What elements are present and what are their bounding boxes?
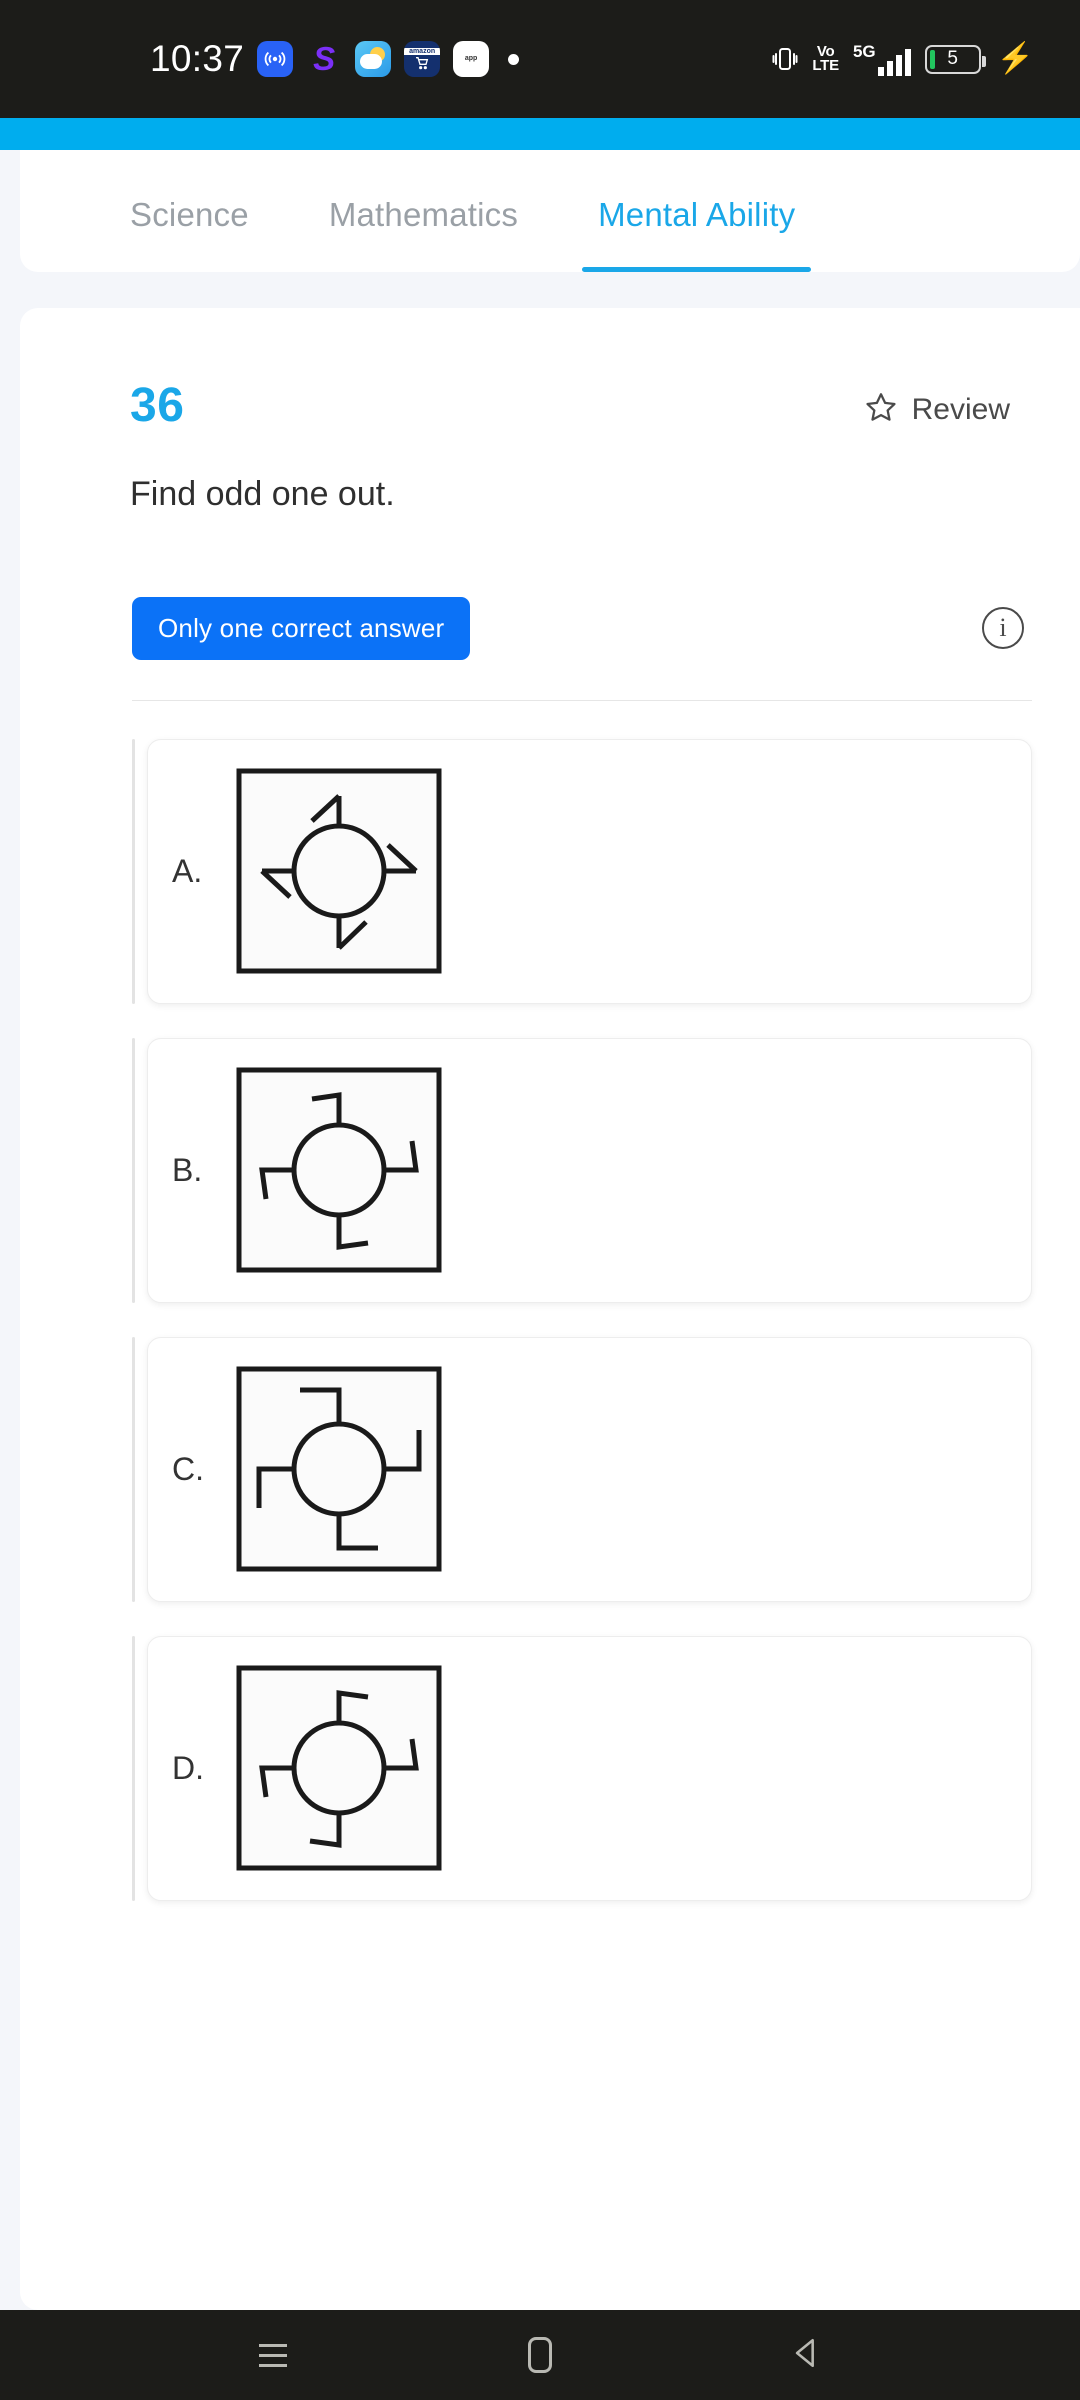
status-badge: Only one correct answer — [132, 596, 471, 660]
tab-mathematics[interactable]: Mathematics — [329, 196, 518, 272]
weather-icon — [355, 41, 392, 77]
recents-button[interactable] — [228, 2320, 318, 2390]
info-circle-icon[interactable]: i — [982, 607, 1024, 650]
status-bar-left: 10:37 S amazon app — [0, 38, 520, 80]
signal-bars-icon — [877, 49, 911, 76]
broadcast-icon — [257, 41, 294, 77]
figure-circle-with-clockwise-right-angle-hooks — [234, 1065, 444, 1275]
review-label: Review — [911, 392, 1010, 426]
review-button[interactable]: Review — [864, 390, 1010, 429]
signal-strength-icon: 5G — [853, 42, 911, 76]
option-row-a[interactable]: A. — [20, 738, 1080, 1004]
option-card-a[interactable]: A. — [147, 738, 1032, 1004]
question-number: 36 — [130, 379, 185, 432]
option-row-d[interactable]: D. — [20, 1635, 1080, 1901]
volte-bottom-label: LTE — [812, 57, 839, 74]
answer-options-list: A. B. C. D. — [20, 701, 1080, 1901]
option-letter-c: C. — [172, 1450, 204, 1487]
question-header: 36 Review — [20, 308, 1080, 433]
star-outline-icon — [864, 390, 898, 429]
charging-bolt-icon: ⚡ — [996, 42, 1034, 75]
s-app-icon: S — [313, 41, 336, 77]
battery-percent-label: 5 — [947, 48, 958, 69]
shopping-cart-brand-label: amazon — [404, 47, 441, 55]
option-card-d[interactable]: D. — [147, 1635, 1032, 1901]
option-rail — [132, 1336, 135, 1602]
system-navigation-bar — [0, 2310, 1080, 2400]
tab-mental-ability[interactable]: Mental Ability — [582, 196, 812, 272]
option-card-c[interactable]: C. — [147, 1336, 1032, 1602]
option-rail — [132, 1635, 135, 1901]
option-rail — [132, 1037, 135, 1303]
option-card-b[interactable]: B. — [147, 1037, 1032, 1303]
battery-fill — [929, 49, 935, 69]
back-button[interactable] — [762, 2320, 852, 2390]
white-app-icon: app — [453, 41, 490, 77]
status-bar: 10:37 S amazon app Vo LTE 5G 5 ⚡ — [0, 0, 1080, 118]
status-bar-right: Vo LTE 5G 5 ⚡ — [772, 42, 1034, 76]
app-accent-bar — [0, 118, 1080, 150]
option-letter-d: D. — [172, 1749, 204, 1786]
back-icon — [790, 2336, 824, 2375]
volte-icon: Vo LTE — [812, 44, 839, 74]
answer-mode-row: Only one correct answer i — [20, 519, 1080, 660]
option-rail — [132, 738, 135, 1004]
vibrate-icon — [772, 44, 798, 74]
figure-circle-with-long-right-angle-hooks — [234, 1364, 444, 1574]
option-row-c[interactable]: C. — [20, 1336, 1080, 1602]
network-type-label: 5G — [852, 42, 876, 61]
question-text: Find odd one out. — [130, 475, 395, 513]
status-clock: 10:37 — [150, 38, 245, 79]
shopping-cart-icon: amazon — [404, 41, 441, 77]
question-sheet: 36 Review Find odd one out. Only one cor… — [20, 308, 1080, 2310]
figure-circle-with-counterclockwise-right-angle-hooks — [234, 1663, 444, 1873]
option-row-b[interactable]: B. — [20, 1037, 1080, 1303]
figure-circle-with-diagonal-hooks — [234, 766, 444, 976]
battery-icon: 5 — [924, 44, 986, 74]
home-button[interactable] — [495, 2320, 585, 2390]
option-letter-b: B. — [172, 1151, 203, 1188]
home-icon — [527, 2337, 552, 2373]
overflow-dot-icon — [508, 53, 520, 65]
white-app-label: app — [464, 55, 478, 63]
tab-science[interactable]: Science — [130, 196, 249, 272]
subject-tab-bar: Science Mathematics Mental Ability — [20, 150, 1080, 272]
recents-icon — [259, 2343, 288, 2367]
option-letter-a: A. — [172, 852, 203, 889]
